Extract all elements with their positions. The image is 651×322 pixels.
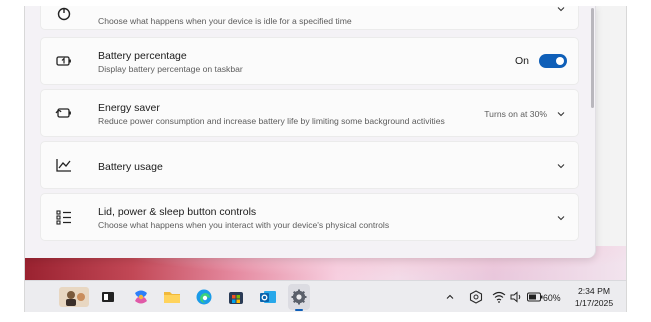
- scrollbar-thumb[interactable]: [591, 8, 594, 108]
- settings-icon[interactable]: [288, 286, 310, 308]
- chevron-down-icon[interactable]: [556, 213, 566, 223]
- chevron-down-icon[interactable]: [556, 161, 566, 171]
- battery-percentage-text: 60%: [543, 293, 561, 303]
- screen-sleep-description: Choose what happens when your device is …: [98, 16, 352, 26]
- list-icon: [55, 208, 73, 226]
- energy-saver-card[interactable]: Energy saver Reduce power consumption an…: [40, 89, 579, 137]
- energy-saver-description: Reduce power consumption and increase ba…: [98, 116, 445, 126]
- toggle-knob: [556, 57, 564, 65]
- volume-icon[interactable]: [510, 290, 524, 304]
- battery-usage-card[interactable]: Battery usage: [40, 141, 579, 189]
- settings-window: Choose what happens when your device is …: [25, 6, 596, 258]
- active-app-indicator: [295, 309, 303, 311]
- clock-time: 2:34 PM: [577, 286, 610, 296]
- lid-power-sleep-card[interactable]: Lid, power & sleep button controls Choos…: [40, 193, 579, 241]
- clock-date: 1/17/2025: [574, 298, 614, 308]
- battery-percentage-title: Battery percentage: [98, 50, 187, 62]
- energy-saver-title: Energy saver: [98, 102, 160, 114]
- lid-power-sleep-title: Lid, power & sleep button controls: [98, 206, 257, 218]
- battery-percent-icon: [55, 52, 73, 70]
- widgets-icon[interactable]: [59, 286, 89, 308]
- outlook-icon[interactable]: [257, 286, 279, 308]
- lid-power-sleep-description: Choose what happens when you interact wi…: [98, 220, 390, 230]
- wifi-icon[interactable]: [492, 290, 506, 304]
- battery-percentage-card: Battery percentage Display battery perce…: [40, 37, 579, 85]
- battery-percentage-toggle[interactable]: [539, 54, 567, 68]
- battery-icon[interactable]: [527, 290, 543, 304]
- chevron-down-icon[interactable]: [556, 109, 566, 119]
- copilot-icon[interactable]: [130, 286, 152, 308]
- energy-saver-status: Turns on at 30%: [484, 109, 547, 119]
- chart-line-icon: [55, 156, 73, 174]
- battery-percentage-toggle-label: On: [514, 55, 529, 67]
- network-security-icon[interactable]: [469, 290, 483, 304]
- chevron-up-icon[interactable]: [445, 290, 455, 304]
- task-view-icon[interactable]: [97, 286, 119, 308]
- file-explorer-icon[interactable]: [161, 286, 183, 308]
- screen-sleep-card[interactable]: Choose what happens when your device is …: [40, 6, 579, 30]
- microsoft-store-icon[interactable]: [225, 286, 247, 308]
- power-sleep-icon: [55, 6, 73, 23]
- edge-icon[interactable]: [193, 286, 215, 308]
- battery-usage-title: Battery usage: [98, 161, 163, 173]
- desktop-screen: Choose what happens when your device is …: [24, 6, 627, 312]
- taskbar: 60% 2:34 PM 1/17/2025: [25, 280, 626, 312]
- clock[interactable]: 2:34 PM 1/17/2025: [569, 285, 619, 309]
- battery-percentage-description: Display battery percentage on taskbar: [98, 64, 243, 74]
- chevron-down-icon[interactable]: [556, 6, 566, 14]
- energy-saver-icon: [55, 104, 73, 122]
